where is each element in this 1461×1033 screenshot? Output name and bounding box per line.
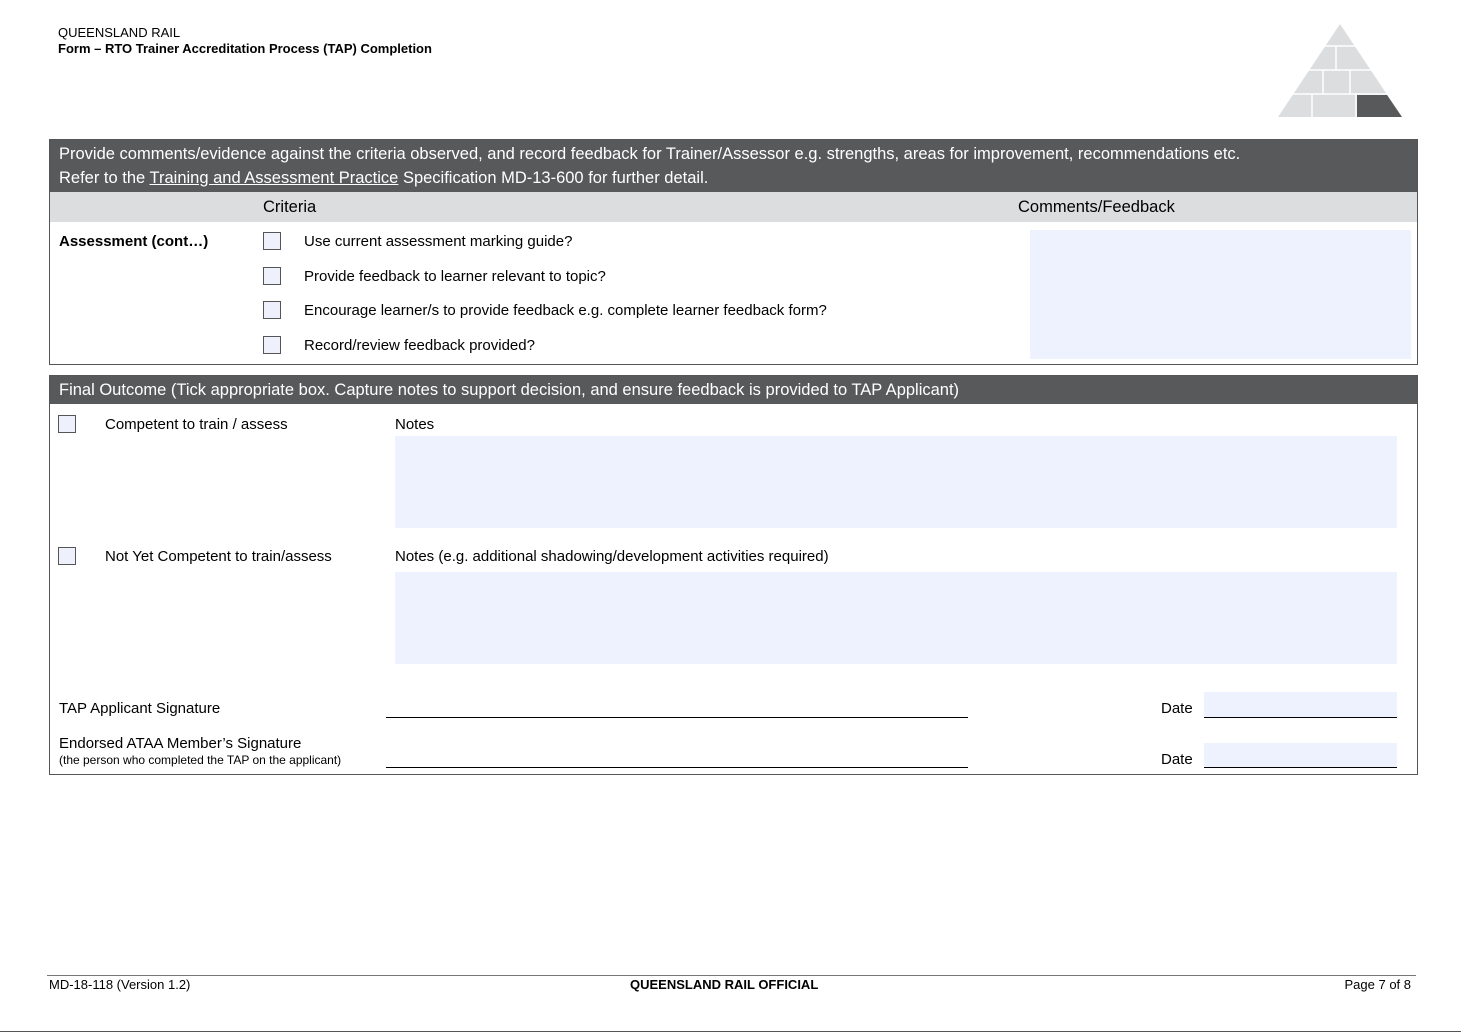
criteria-section: Provide comments/evidence against the cr… [49,139,1418,365]
doc-id: MD-18-118 (Version 1.2) [49,977,191,992]
form-title: Form – RTO Trainer Accreditation Process… [58,41,432,56]
nyc-notes-field[interactable] [395,572,1397,664]
org-name: QUEENSLAND RAIL [58,25,181,40]
criteria-label: Provide feedback to learner relevant to … [304,268,606,285]
endorsed-signature-sublabel: (the person who completed the TAP on the… [59,753,342,767]
applicant-date-field[interactable] [1204,692,1397,718]
page-edge [0,1031,1461,1032]
criteria-checkbox[interactable] [263,232,281,250]
endorsed-date-label: Date [1161,751,1193,768]
endorsed-signature-label: Endorsed ATAA Member’s Signature [59,735,302,752]
endorsed-date-field[interactable] [1204,743,1397,768]
criteria-checkbox[interactable] [263,336,281,354]
criteria-checkbox[interactable] [263,267,281,285]
instruction-suffix: Specification MD-13-600 for further deta… [398,169,709,187]
tap-spec-link[interactable]: Training and Assessment Practice [150,169,399,187]
criteria-header: Criteria [263,198,317,216]
nyc-label: Not Yet Competent to train/assess [105,548,332,565]
nyc-checkbox[interactable] [58,547,76,565]
row-label: Assessment (cont…) [59,233,209,250]
instruction-line1: Provide comments/evidence against the cr… [59,145,1241,163]
competent-label: Competent to train / assess [105,416,288,433]
applicant-signature-field[interactable] [386,717,968,718]
applicant-signature-label: TAP Applicant Signature [59,700,221,717]
criteria-label: Record/review feedback provided? [304,337,535,354]
competent-notes-label: Notes [395,416,435,433]
competent-checkbox[interactable] [58,415,76,433]
instruction-prefix: Refer to the [59,169,150,187]
final-outcome-title: Final Outcome (Tick appropriate box. Cap… [59,381,960,399]
criteria-label: Use current assessment marking guide? [304,233,573,250]
endorsed-signature-field[interactable] [386,767,968,768]
criteria-checkbox[interactable] [263,301,281,319]
comments-feedback-field[interactable] [1030,230,1411,359]
final-outcome-section: Final Outcome (Tick appropriate box. Cap… [49,375,1418,775]
final-outcome-banner: Final Outcome (Tick appropriate box. Cap… [50,376,1417,404]
criteria-label: Encourage learner/s to provide feedback … [304,302,827,319]
comments-header: Comments/Feedback [1018,198,1175,216]
queensland-rail-logo [1276,24,1404,118]
competent-notes-field[interactable] [395,436,1397,528]
instructions-banner: Provide comments/evidence against the cr… [50,140,1417,192]
footer-divider [47,975,1416,976]
page-number: Page 7 of 8 [1344,977,1412,992]
nyc-notes-label: Notes (e.g. additional shadowing/develop… [395,548,829,565]
classification: QUEENSLAND RAIL OFFICIAL [630,977,819,992]
column-header-row: Criteria Comments/Feedback [50,192,1417,222]
applicant-date-label: Date [1161,700,1193,717]
